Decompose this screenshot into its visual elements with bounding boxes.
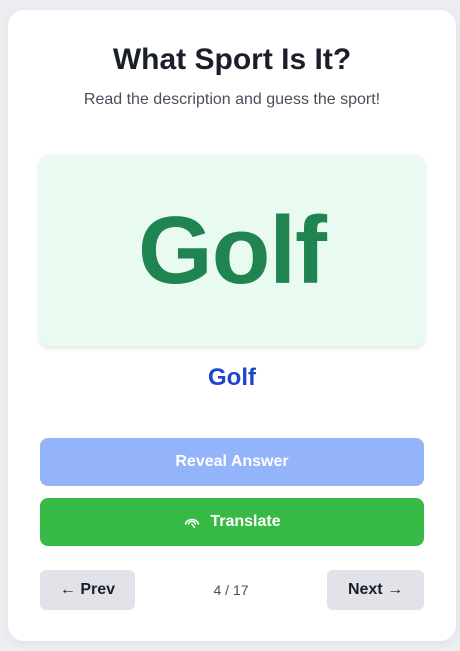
reveal-answer-button[interactable]: Reveal Answer [40,438,424,486]
next-button[interactable]: Next → [327,570,424,610]
prev-label: ← Prev [59,581,116,598]
answer-text: Golf [208,364,256,391]
page-counter: 4 / 17 [213,582,249,598]
quiz-card: What Sport Is It? Read the description a… [8,10,456,641]
translate-icon [183,513,201,531]
translate-button[interactable]: Translate [40,498,424,546]
sport-image-panel: Golf [40,155,424,346]
page-subtitle: Read the description and guess the sport… [83,91,381,108]
sport-image-word: Golf [138,196,327,304]
page-title: What Sport Is It? [112,43,352,76]
next-label: Next → [347,581,404,598]
reveal-answer-label: Reveal Answer [175,453,289,470]
translate-label: Translate [210,513,281,530]
prev-button[interactable]: ← Prev [40,570,135,610]
